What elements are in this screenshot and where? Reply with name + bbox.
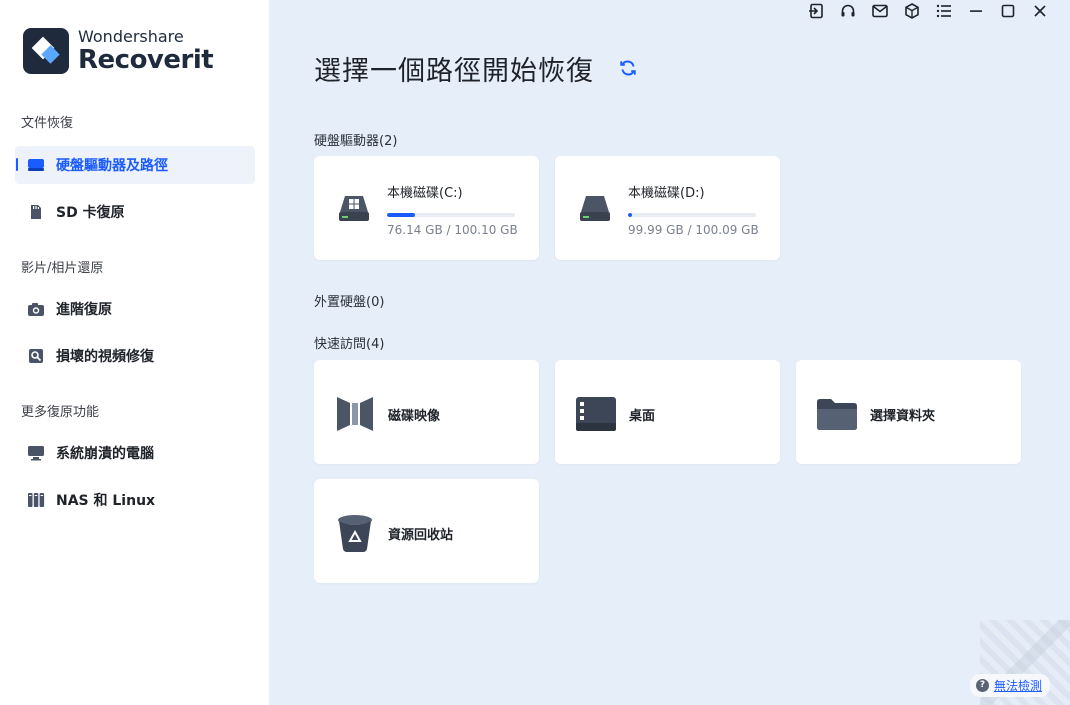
sidebar-item-crashed-computer[interactable]: 系統崩潰的電腦	[15, 434, 255, 472]
quick-access-select-folder[interactable]: 選擇資料夾	[796, 360, 1021, 464]
main-panel: 選擇一個路徑開始恢復 硬盤驅動器(2) 本機磁碟(C:) 76.14 GB / …	[270, 0, 1070, 705]
sidebar-item-label: 損壞的視頻修復	[56, 349, 154, 365]
sidebar-item-label: NAS 和 Linux	[56, 493, 156, 509]
maximize-icon[interactable]	[992, 2, 1024, 20]
app-logo: Wondershare Recoverit	[23, 27, 214, 75]
hard-drive-icon	[27, 157, 45, 173]
sidebar-item-hard-drive[interactable]: 硬盤驅動器及路徑	[15, 146, 255, 184]
desktop-icon	[575, 393, 617, 435]
sidebar-item-video-repair[interactable]: 損壞的視頻修復	[15, 337, 255, 375]
window-controls	[800, 2, 1056, 20]
monitor-icon	[27, 445, 45, 461]
drive-usage-bar	[387, 213, 515, 217]
windows-drive-icon	[336, 190, 372, 226]
mail-icon[interactable]	[864, 2, 896, 20]
drive-card-d[interactable]: 本機磁碟(D:) 99.99 GB / 100.09 GB	[555, 156, 780, 260]
recycle-bin-icon	[334, 512, 376, 554]
recoverit-logo-icon	[23, 28, 69, 74]
quick-access-recycle-bin[interactable]: 資源回收站	[314, 479, 539, 583]
hard-drive-icon	[577, 190, 613, 226]
group-label-external: 外置硬盤(0)	[314, 295, 385, 310]
sign-in-icon[interactable]	[800, 2, 832, 20]
quick-access-label: 桌面	[629, 409, 656, 424]
headset-icon[interactable]	[832, 2, 864, 20]
quick-access-label: 選擇資料夾	[870, 409, 936, 424]
sidebar-item-label: 硬盤驅動器及路徑	[56, 158, 168, 174]
sidebar-item-nas-linux[interactable]: NAS 和 Linux	[15, 481, 255, 519]
help-link[interactable]: ? 無法檢測	[969, 674, 1050, 697]
camera-icon	[27, 301, 45, 317]
drive-usage-fill	[628, 213, 632, 217]
group-label-quick-access: 快速訪問(4)	[314, 337, 385, 352]
quick-access-label: 磁碟映像	[388, 409, 441, 424]
help-link-text: 無法檢測	[993, 679, 1042, 693]
active-indicator	[16, 158, 18, 171]
disk-image-icon	[334, 393, 376, 435]
drive-usage-fill	[387, 213, 416, 217]
sidebar: Wondershare Recoverit 文件恢復 硬盤驅動器及路徑 SD 卡…	[0, 0, 270, 705]
question-icon: ?	[975, 679, 989, 692]
sidebar-item-advanced-recovery[interactable]: 進階復原	[15, 290, 255, 328]
brand-company: Wondershare	[78, 27, 184, 46]
drive-name: 本機磁碟(D:)	[628, 186, 705, 201]
video-repair-icon	[27, 348, 45, 364]
group-label-hard-drives: 硬盤驅動器(2)	[314, 134, 398, 149]
sd-card-icon	[27, 204, 45, 220]
nas-icon	[27, 492, 45, 508]
sidebar-item-label: SD 卡復原	[56, 205, 125, 221]
quick-access-desktop[interactable]: 桌面	[555, 360, 780, 464]
drive-size: 76.14 GB / 100.10 GB	[387, 223, 518, 237]
quick-access-disk-image[interactable]: 磁碟映像	[314, 360, 539, 464]
refresh-icon[interactable]	[618, 58, 638, 78]
drive-name: 本機磁碟(C:)	[387, 186, 463, 201]
drive-size: 99.99 GB / 100.09 GB	[628, 223, 759, 237]
folder-icon	[816, 393, 858, 435]
drive-card-c[interactable]: 本機磁碟(C:) 76.14 GB / 100.10 GB	[314, 156, 539, 260]
drive-usage-bar	[628, 213, 756, 217]
menu-icon[interactable]	[928, 2, 960, 20]
minimize-icon[interactable]	[960, 2, 992, 20]
sidebar-item-sd-card[interactable]: SD 卡復原	[15, 193, 255, 231]
brand-product: Recoverit	[78, 45, 214, 75]
close-icon[interactable]	[1024, 2, 1056, 20]
quick-access-label: 資源回收站	[388, 528, 454, 543]
section-title-more-features: 更多復原功能	[21, 405, 100, 420]
sidebar-item-label: 進階復原	[56, 302, 112, 318]
section-title-photo-video: 影片/相片還原	[21, 261, 104, 276]
page-title: 選擇一個路徑開始恢復	[314, 56, 594, 87]
sidebar-item-label: 系統崩潰的電腦	[56, 446, 154, 462]
section-title-file-recovery: 文件恢復	[21, 116, 74, 131]
cube-icon[interactable]	[896, 2, 928, 20]
